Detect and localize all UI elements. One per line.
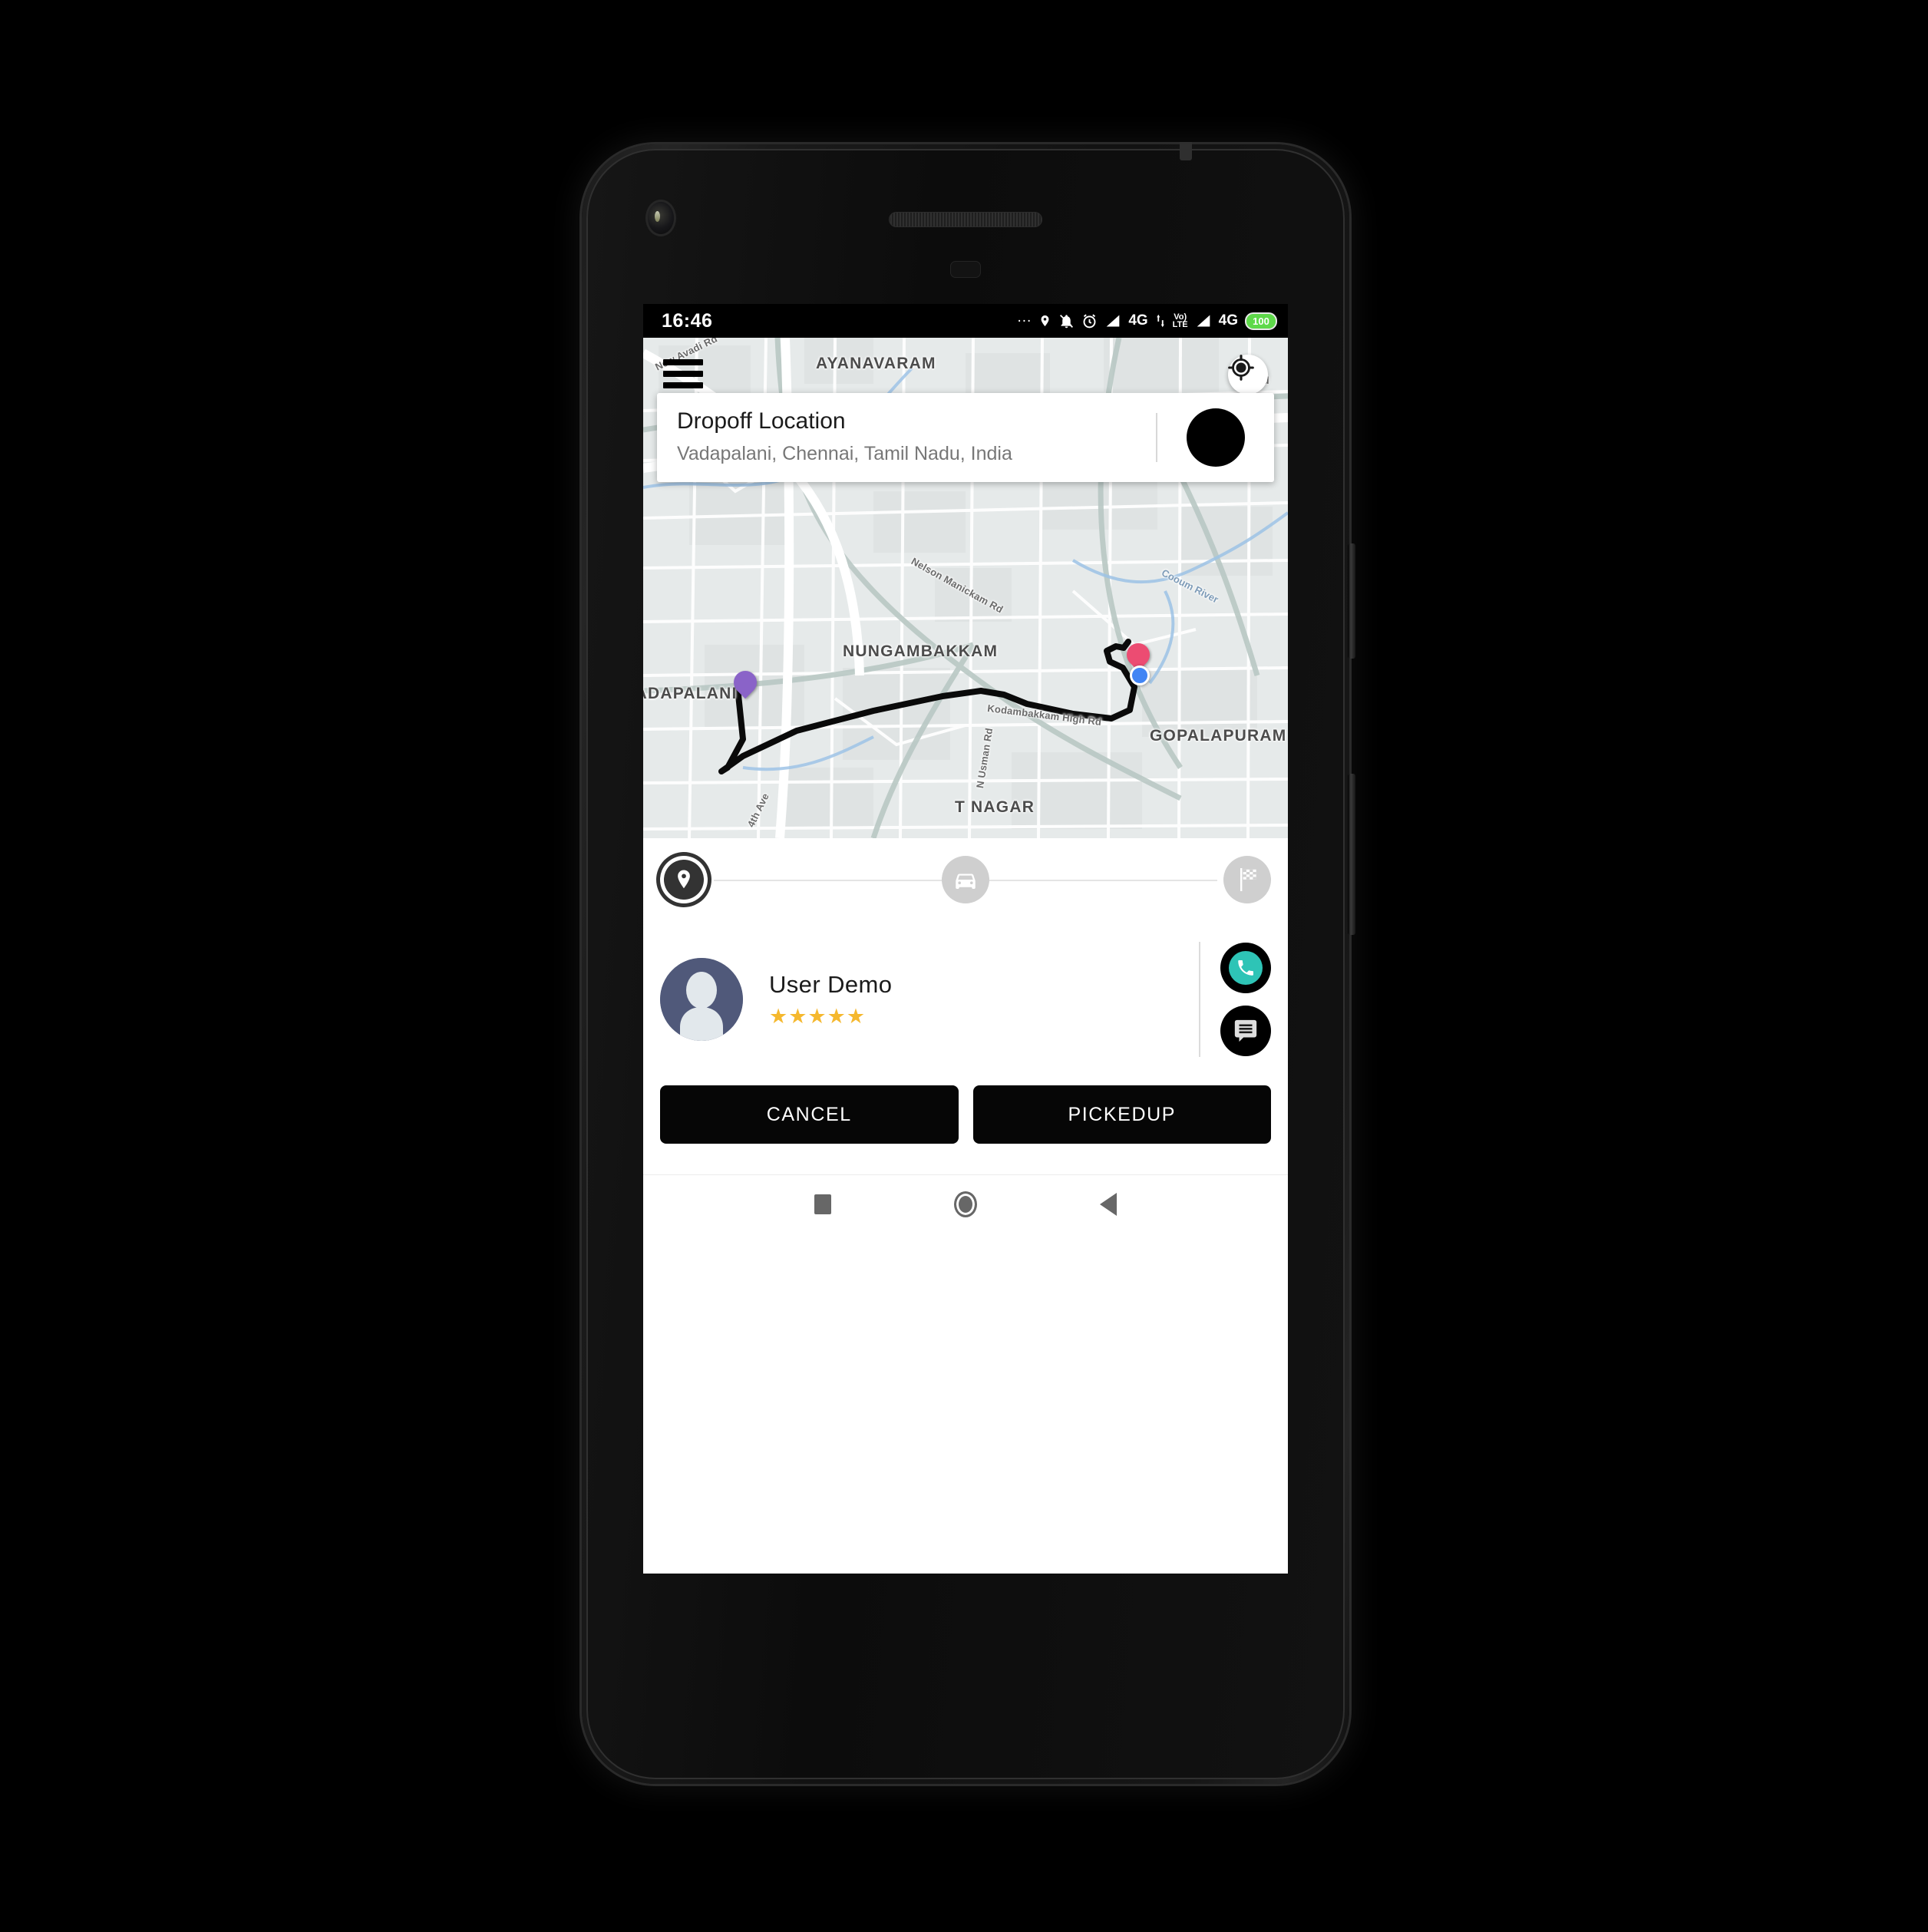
- status-icons: ... 4G Vo) LTE 4G 100: [1017, 309, 1277, 330]
- location-pin-icon: [678, 870, 690, 889]
- mute-bell-icon: [1058, 313, 1075, 329]
- user-avatar-placeholder: [660, 958, 743, 1041]
- triangle-back-icon[interactable]: [1100, 1192, 1117, 1216]
- navigation-arrow-icon: [662, 398, 1245, 467]
- rider-details: User Demo ★★★★★: [743, 971, 1199, 1029]
- volume-button[interactable]: [1348, 774, 1355, 935]
- ride-progress-stepper: [643, 838, 1288, 921]
- ride-bottom-sheet: User Demo ★★★★★ CANCEL PICKEDUP: [643, 838, 1288, 1233]
- avatar[interactable]: [660, 958, 743, 1041]
- signal-bars-icon-1: [1104, 313, 1121, 329]
- phone-screen: 16:46 ... 4G Vo) LTE 4G 100 AYANAVARAM N…: [643, 304, 1288, 1574]
- square-recents-icon[interactable]: [814, 1194, 831, 1214]
- pickup-marker[interactable]: [1121, 638, 1155, 672]
- circle-home-icon[interactable]: [954, 1191, 977, 1217]
- data-transfer-arrows-icon: [1155, 312, 1166, 329]
- rider-rating-stars: ★★★★★: [769, 1004, 867, 1028]
- proximity-sensor: [950, 261, 981, 278]
- dropoff-step[interactable]: [1223, 856, 1271, 903]
- battery-icon: 100: [1245, 312, 1277, 330]
- antenna-band: [1180, 142, 1192, 160]
- rider-actions-divider: [1199, 942, 1200, 1057]
- status-time: 16:46: [662, 309, 713, 332]
- dropoff-marker[interactable]: [728, 665, 762, 699]
- power-button[interactable]: [1348, 543, 1355, 659]
- rider-info-row: User Demo ★★★★★: [643, 921, 1288, 1075]
- signal-bars-icon-2: [1195, 313, 1212, 329]
- earpiece-speaker: [889, 212, 1042, 227]
- dropoff-address: Vadapalani, Chennai, Tamil Nadu, India: [677, 443, 1012, 464]
- status-bar: 16:46 ... 4G Vo) LTE 4G 100: [643, 304, 1288, 338]
- rider-name: User Demo: [769, 970, 893, 998]
- checkered-flag-icon: [1240, 868, 1256, 891]
- alarm-clock-icon: [1081, 313, 1098, 329]
- phone-icon: [1229, 951, 1263, 985]
- ride-action-buttons: CANCEL PICKEDUP: [643, 1075, 1288, 1174]
- network-type-1: 4G: [1128, 312, 1148, 329]
- volte-icon: Vo) LTE: [1172, 312, 1188, 329]
- dropoff-text-block: Dropoff Location Vadapalani, Chennai, Ta…: [677, 408, 1156, 467]
- call-button[interactable]: [1220, 943, 1271, 993]
- dropoff-title: Dropoff Location: [677, 408, 846, 434]
- my-location-icon[interactable]: [1228, 355, 1268, 395]
- network-type-2: 4G: [1218, 312, 1238, 329]
- hamburger-menu-icon[interactable]: [663, 359, 703, 388]
- front-camera-icon: [648, 202, 674, 234]
- pickedup-button[interactable]: PICKEDUP: [972, 1085, 1271, 1144]
- chat-button[interactable]: [1220, 1006, 1271, 1056]
- message-icon: [1234, 1019, 1257, 1042]
- navigate-button[interactable]: [662, 398, 1274, 467]
- cancel-button[interactable]: CANCEL: [660, 1085, 959, 1144]
- ride-step[interactable]: [942, 856, 989, 903]
- android-navigation-bar: [643, 1174, 1288, 1233]
- dropoff-location-card[interactable]: Dropoff Location Vadapalani, Chennai, Ta…: [657, 393, 1274, 482]
- location-pin-icon: [1038, 312, 1051, 329]
- map-view[interactable]: AYANAVARAM NUNGAMBAKKAM VADAPALANI GOPAL…: [643, 338, 1288, 838]
- pickup-step[interactable]: [660, 856, 708, 903]
- car-icon: [956, 874, 976, 889]
- overflow-dots-icon: ...: [1017, 309, 1032, 325]
- current-location-dot: [1130, 665, 1150, 685]
- rider-actions: [1220, 943, 1271, 1056]
